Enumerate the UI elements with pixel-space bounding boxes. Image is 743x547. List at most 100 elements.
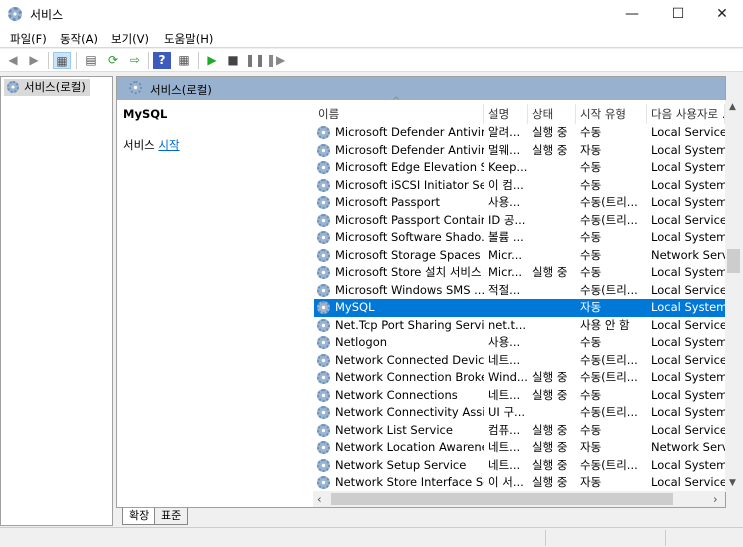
resume-icon[interactable]: ❚▶: [266, 52, 285, 69]
vertical-scrollbar[interactable]: ▲ ▼: [725, 100, 742, 492]
service-startup-type: 수동(트리...: [580, 212, 638, 227]
column-header[interactable]: 설명: [484, 104, 528, 124]
service-description: 알려...: [488, 125, 521, 139]
service-row[interactable]: Network Connectivity Assis... UI 구... 수동(트…: [314, 404, 725, 422]
scroll-right-icon[interactable]: ›: [713, 492, 718, 506]
service-row[interactable]: Microsoft Defender Antivir... 멀웨... 실행 중 자동…: [314, 142, 725, 160]
service-description: 네트...: [488, 352, 521, 367]
vertical-scroll-thumb[interactable]: [727, 249, 740, 273]
column-header[interactable]: 상태: [528, 104, 576, 124]
service-status: 실행 중: [532, 440, 568, 454]
column-header[interactable]: 다음 사용자로 ...: [647, 104, 725, 124]
status-bar: [0, 527, 743, 547]
service-row[interactable]: Microsoft Software Shado... 볼륨 ... 수동 Local…: [314, 229, 725, 247]
scroll-up-icon[interactable]: ▲: [729, 102, 736, 112]
service-gear-icon: [317, 178, 330, 192]
forward-icon[interactable]: ▶: [25, 52, 43, 69]
service-startup-type: 사용 안 함: [580, 317, 630, 332]
service-gear-icon: [317, 476, 330, 489]
service-row[interactable]: Net.Tcp Port Sharing Service net.t... 사용 안…: [314, 317, 725, 335]
service-row[interactable]: Network Store Interface Se... 이 서... 실행 중 자…: [314, 474, 725, 492]
back-icon[interactable]: ◀: [4, 52, 22, 69]
minimize-button[interactable]: —: [609, 0, 655, 28]
pane-header-title: 서비스(로컬): [150, 83, 212, 97]
export-icon[interactable]: ⇨: [126, 52, 144, 69]
service-row[interactable]: Microsoft Storage Spaces ... Micr... 수동 Net…: [314, 247, 725, 265]
service-startup-type: 자동: [580, 142, 602, 157]
menu-help[interactable]: 도움말(H): [164, 31, 213, 47]
menu-view[interactable]: 보기(V): [111, 31, 149, 47]
maximize-button[interactable]: ☐: [655, 0, 701, 28]
start-service-link[interactable]: 시작: [158, 138, 179, 152]
service-name: Network Setup Service: [335, 457, 467, 472]
service-gear-icon: [317, 196, 330, 209]
service-row[interactable]: Network Connection Broker Wind... 실행 중 수동(트…: [314, 369, 725, 387]
tab-standard[interactable]: 표준: [154, 508, 189, 525]
service-startup-type: 수동(트리...: [580, 370, 638, 384]
service-startup-type: 수동(트리...: [580, 405, 638, 419]
service-row[interactable]: MySQL 자동 Local System: [314, 299, 725, 317]
service-row[interactable]: Microsoft Defender Antivir... 알려... 실행 중 수동…: [314, 124, 725, 142]
horizontal-scroll-thumb[interactable]: [331, 493, 673, 505]
service-name: Network List Service: [335, 422, 453, 437]
service-startup-type: 수동: [580, 160, 602, 174]
service-gear-icon: [317, 406, 330, 419]
service-logon-as: Local System: [651, 457, 725, 472]
service-logon-as: Local System: [651, 300, 725, 314]
toolbar: ◀ ▶ ▦ ▤ ⟳ ⇨ ? ▦ ▶ ■ ❚❚ ❚▶: [0, 49, 743, 72]
service-status: 실행 중: [532, 457, 568, 472]
service-logon-as: Local System: [651, 405, 725, 419]
service-row[interactable]: Microsoft Edge Elevation S... Keep... 수동 Lo…: [314, 159, 725, 177]
service-startup-type: 수동(트리...: [580, 457, 638, 472]
service-description: net.t...: [488, 317, 527, 332]
service-name: Microsoft Defender Antivir...: [335, 125, 484, 139]
service-startup-type: 수동: [580, 125, 602, 139]
column-header[interactable]: 이름: [314, 104, 484, 124]
service-row[interactable]: Netlogon 사용... 수동 Local System: [314, 334, 725, 352]
console-tree-icon[interactable]: ▦: [53, 52, 71, 69]
tab-extended[interactable]: 확장: [122, 508, 157, 525]
service-row[interactable]: Network Connected Device... 네트... 수동(트리...…: [314, 352, 725, 370]
services-gear-icon: [129, 81, 142, 94]
service-description: 이 컴...: [488, 177, 524, 192]
horizontal-scrollbar[interactable]: ‹ ›: [313, 491, 725, 507]
service-row[interactable]: Network Setup Service 네트... 실행 중 수동(트리... Lo…: [314, 457, 725, 475]
service-logon-as: Local System: [651, 370, 725, 384]
service-gear-icon: [317, 126, 330, 139]
stop-icon[interactable]: ■: [224, 52, 242, 69]
service-gear-icon: [317, 318, 330, 332]
properties-icon[interactable]: ▤: [82, 52, 100, 69]
tree-item-services-local[interactable]: 서비스(로컬): [4, 79, 90, 96]
close-button[interactable]: ✕: [699, 0, 743, 28]
play-icon[interactable]: ▶: [203, 52, 221, 69]
help-icon[interactable]: ?: [153, 52, 171, 69]
column-header[interactable]: 시작 유형: [576, 104, 647, 124]
pause-icon[interactable]: ❚❚: [245, 52, 265, 69]
service-gear-icon: [317, 213, 330, 227]
service-description: 컴퓨...: [488, 422, 521, 437]
service-gear-icon: [317, 423, 330, 437]
sort-ascending-icon: ^: [392, 96, 401, 107]
menu-action[interactable]: 동작(A): [60, 31, 98, 47]
service-startup-type: 수동: [580, 422, 602, 437]
service-logon-as: Local System: [651, 142, 725, 157]
service-row[interactable]: Microsoft Windows SMS ... 적절... 수동(트리... Lo…: [314, 282, 725, 300]
service-status: 실행 중: [532, 475, 568, 489]
service-row[interactable]: Microsoft Passport Container ID 공... 수동(트리…: [314, 212, 725, 230]
refresh-icon[interactable]: ⟳: [104, 52, 122, 69]
service-name: Microsoft Software Shado...: [335, 230, 484, 244]
service-row[interactable]: Network Connections 네트... 실행 중 수동 Local Syst…: [314, 387, 725, 405]
menu-file[interactable]: 파일(F): [10, 31, 47, 47]
scroll-down-icon[interactable]: ▼: [729, 478, 736, 488]
service-logon-as: Local Service: [651, 212, 725, 227]
service-logon-as: Local System: [651, 265, 725, 279]
scroll-left-icon[interactable]: ‹: [317, 492, 322, 506]
service-row[interactable]: Network List Service 컴퓨... 실행 중 수동 Local Ser…: [314, 422, 725, 440]
service-row[interactable]: Network Location Awareness 네트... 실행 중 자동 Net…: [314, 439, 725, 457]
service-row[interactable]: Microsoft Passport 사용... 수동(트리... Local Sys…: [314, 194, 725, 212]
action-pane-icon[interactable]: ▦: [175, 52, 193, 69]
service-row[interactable]: Microsoft iSCSI Initiator Se... 이 컴... 수동 L…: [314, 177, 725, 195]
service-name: Microsoft Passport Container: [335, 212, 484, 227]
service-row[interactable]: Microsoft Store 설치 서비스 Micr... 실행 중 수동 Local…: [314, 264, 725, 282]
service-name: Network Store Interface Se...: [335, 475, 484, 489]
